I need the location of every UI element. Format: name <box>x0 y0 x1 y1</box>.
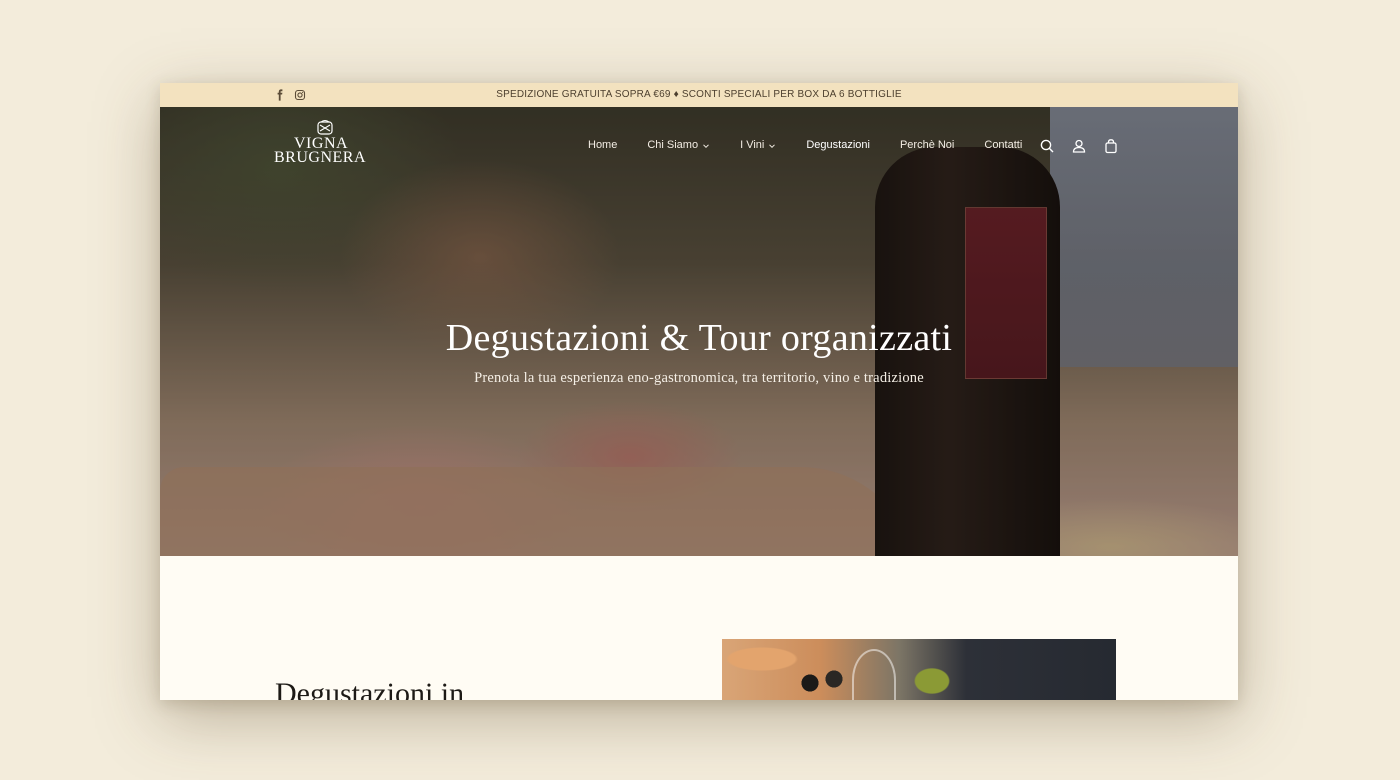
nav-item-home[interactable]: Home <box>573 139 632 151</box>
header-actions <box>1039 138 1119 154</box>
nav-label: Perchè Noi <box>899 139 955 151</box>
nav-label: Chi Siamo <box>647 139 699 151</box>
announcement-bar: SPEDIZIONE GRATUITA SOPRA €69 ♦ SCONTI S… <box>160 83 1238 107</box>
nav-item-contatti[interactable]: Contatti <box>969 139 1037 151</box>
hero-subtitle: Prenota la tua esperienza eno-gastronomi… <box>474 370 924 386</box>
cart-icon[interactable] <box>1103 138 1119 154</box>
chevron-down-icon <box>768 141 776 149</box>
hero-title: Degustazioni & Tour organizzati <box>445 317 953 359</box>
chevron-down-icon <box>702 141 710 149</box>
account-icon[interactable] <box>1071 138 1087 154</box>
site-logo[interactable]: VIGNA BRUGNERA <box>274 119 374 171</box>
section-image <box>722 639 1116 700</box>
browser-page: SPEDIZIONE GRATUITA SOPRA €69 ♦ SCONTI S… <box>160 83 1238 700</box>
search-icon[interactable] <box>1039 138 1055 154</box>
nav-item-degustazioni[interactable]: Degustazioni <box>791 139 885 151</box>
site-header: VIGNA BRUGNERA Home Chi Siamo I Vini Deg… <box>160 107 1238 183</box>
promo-text: SPEDIZIONE GRATUITA SOPRA €69 ♦ SCONTI S… <box>496 89 902 100</box>
section-title: Degustazioni in <box>275 677 465 700</box>
main-nav: Home Chi Siamo I Vini Degustazioni Perch… <box>573 139 1037 151</box>
nav-label: I Vini <box>740 139 765 151</box>
nav-item-perche-noi[interactable]: Perchè Noi <box>885 139 969 151</box>
section-image-glass <box>852 649 896 700</box>
nav-label: Home <box>588 139 618 151</box>
content-section: Degustazioni in <box>160 556 1238 700</box>
nav-item-i-vini[interactable]: I Vini <box>725 139 791 151</box>
nav-label: Degustazioni <box>806 139 870 151</box>
nav-item-chi-siamo[interactable]: Chi Siamo <box>632 139 725 151</box>
nav-label: Contatti <box>984 139 1023 151</box>
logo-line-2: BRUGNERA <box>274 149 367 166</box>
